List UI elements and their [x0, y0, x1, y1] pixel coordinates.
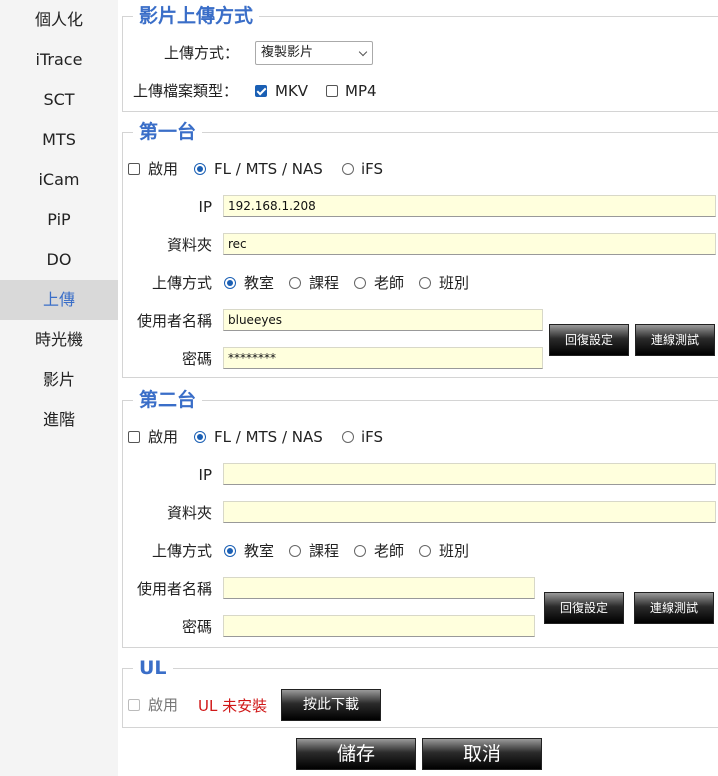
ul-status-text: UL 未安裝	[198, 697, 268, 715]
server2-upload-course-radio[interactable]	[289, 545, 301, 557]
server1-upload-course-label: 課程	[309, 274, 340, 292]
sidebar-item-icam[interactable]: iCam	[0, 160, 118, 200]
server1-mode-fl-radio[interactable]	[194, 163, 206, 175]
server2-upload-class-label: 班別	[439, 542, 470, 560]
sidebar-item-personalize[interactable]: 個人化	[0, 0, 118, 40]
server1-upload-teacher-label: 老師	[374, 274, 405, 292]
cancel-button[interactable]: 取消	[422, 738, 542, 770]
server2-upload-teacher-label: 老師	[374, 542, 405, 560]
server2-upload-teacher-radio[interactable]	[354, 545, 366, 557]
sidebar-item-do[interactable]: DO	[0, 240, 118, 280]
server1-enable-checkbox[interactable]	[128, 163, 140, 175]
sidebar-item-upload[interactable]: 上傳	[0, 280, 118, 320]
main-content: 影片上傳方式 上傳方式： 複製影片 上傳檔案類型： MKV MP4 第一台 啟用…	[118, 0, 718, 776]
mp4-label: MP4	[345, 82, 377, 100]
server2-upload-classroom-radio[interactable]	[224, 545, 236, 557]
server1-mode-ifs-radio[interactable]	[342, 163, 354, 175]
server1-mode-ifs-label: iFS	[361, 160, 384, 178]
server1-ip-input[interactable]: 192.168.1.208	[223, 195, 716, 217]
save-button[interactable]: 儲存	[296, 738, 416, 770]
server2-upload-course-label: 課程	[309, 542, 340, 560]
server2-upload-label: 上傳方式	[151, 542, 212, 560]
server1-folder-label: 資料夾	[166, 236, 212, 254]
sidebar-item-mts[interactable]: MTS	[0, 120, 118, 160]
chevron-down-icon	[358, 47, 368, 57]
server1-upload-classroom-radio[interactable]	[224, 277, 236, 289]
sidebar-item-timemachine[interactable]: 時光機	[0, 320, 118, 360]
server1-enable-label: 啟用	[148, 160, 179, 178]
mkv-checkbox[interactable]	[255, 85, 267, 97]
server2-enable-checkbox[interactable]	[128, 431, 140, 443]
ul-enable-label: 啟用	[148, 696, 179, 714]
filetype-label: 上傳檔案類型：	[133, 82, 239, 100]
server2-folder-input[interactable]	[223, 501, 716, 523]
server1-upload-course-radio[interactable]	[289, 277, 301, 289]
server2-enable-label: 啟用	[148, 428, 179, 446]
server1-username-label: 使用者名稱	[136, 312, 212, 330]
section-title-upload-method: 影片上傳方式	[133, 4, 260, 28]
upload-method-value: 複製影片	[261, 45, 314, 60]
server1-ip-label: IP	[198, 198, 212, 216]
mp4-checkbox[interactable]	[326, 85, 338, 97]
server1-folder-input[interactable]: rec	[223, 233, 716, 255]
section-title-server2: 第二台	[133, 388, 203, 412]
server2-username-input[interactable]	[223, 577, 535, 599]
server2-password-label: 密碼	[181, 618, 212, 636]
server1-username-input[interactable]: blueeyes	[223, 309, 543, 331]
server1-upload-class-radio[interactable]	[419, 277, 431, 289]
server2-mode-fl-radio[interactable]	[194, 431, 206, 443]
server1-password-label: 密碼	[181, 350, 212, 368]
server1-mode-fl-label: FL / MTS / NAS	[214, 160, 323, 178]
server2-mode-ifs-radio[interactable]	[342, 431, 354, 443]
server2-folder-label: 資料夾	[166, 504, 212, 522]
server1-upload-teacher-radio[interactable]	[354, 277, 366, 289]
server2-mode-fl-label: FL / MTS / NAS	[214, 428, 323, 446]
sidebar: 個人化 iTrace SCT MTS iCam PiP DO 上傳 時光機 影片…	[0, 0, 118, 776]
mkv-label: MKV	[275, 82, 309, 100]
server1-upload-class-label: 班別	[439, 274, 470, 292]
server1-upload-label: 上傳方式	[151, 274, 212, 292]
upload-method-label: 上傳方式：	[164, 44, 240, 62]
sidebar-item-video[interactable]: 影片	[0, 360, 118, 400]
server2-ip-input[interactable]	[223, 463, 716, 485]
server2-upload-class-radio[interactable]	[419, 545, 431, 557]
section-title-ul: UL	[133, 656, 173, 680]
sidebar-item-advanced[interactable]: 進階	[0, 400, 118, 440]
sidebar-item-sct[interactable]: SCT	[0, 80, 118, 120]
server2-upload-classroom-label: 教室	[244, 542, 275, 560]
server2-section: 第二台	[122, 388, 718, 648]
server1-reset-button[interactable]: 回復設定	[549, 324, 629, 356]
server1-password-input[interactable]: ********	[223, 347, 543, 369]
server2-username-label: 使用者名稱	[136, 580, 212, 598]
server1-test-button[interactable]: 連線測試	[635, 324, 715, 356]
server2-ip-label: IP	[198, 466, 212, 484]
ul-download-button[interactable]: 按此下載	[281, 689, 381, 721]
ul-enable-checkbox[interactable]	[128, 699, 140, 711]
server2-test-button[interactable]: 連線測試	[634, 592, 714, 624]
sidebar-item-itrace[interactable]: iTrace	[0, 40, 118, 80]
server2-reset-button[interactable]: 回復設定	[544, 592, 624, 624]
section-title-server1: 第一台	[133, 120, 203, 144]
server2-password-input[interactable]	[223, 615, 535, 637]
sidebar-item-pip[interactable]: PiP	[0, 200, 118, 240]
upload-method-select[interactable]: 複製影片	[255, 41, 373, 65]
server1-upload-classroom-label: 教室	[244, 274, 275, 292]
server2-mode-ifs-label: iFS	[361, 428, 384, 446]
